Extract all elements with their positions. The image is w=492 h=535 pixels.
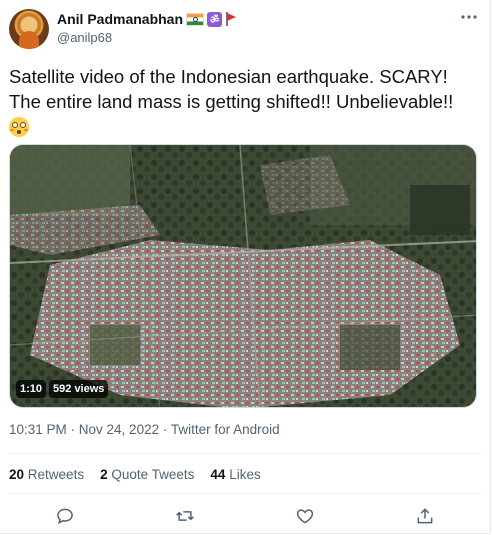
retweet-icon[interactable] (170, 506, 200, 526)
video-player[interactable] (9, 144, 477, 408)
action-bar (50, 506, 440, 526)
india-flag-icon (186, 12, 205, 26)
user-handle[interactable]: @anilp68 (57, 30, 112, 45)
saffron-flag-icon (225, 12, 237, 26)
video-views: 592 views (49, 380, 109, 398)
tweet-timestamp[interactable]: 10:31 PM · Nov 24, 2022 · Twitter for An… (9, 422, 280, 437)
tweet-text: Satellite video of the Indonesian earthq… (9, 64, 483, 140)
engagement-stats: 20 Retweets 2 Quote Tweets 44 Likes (9, 467, 261, 482)
display-name[interactable]: Anil Padmanabhan (57, 11, 183, 27)
tweet-text-line-2: The entire land mass is getting shifted!… (9, 91, 454, 112)
tweet-text-line-1: Satellite video of the Indonesian earthq… (9, 66, 448, 87)
retweets-stat[interactable]: 20 Retweets (9, 467, 84, 482)
reply-icon[interactable] (50, 506, 80, 526)
quote-tweets-stat[interactable]: 2 Quote Tweets (100, 467, 194, 482)
flushed-face-icon (9, 117, 29, 137)
video-badges: 1:10 592 views (16, 380, 109, 398)
likes-stat[interactable]: 44 Likes (210, 467, 260, 482)
satellite-video-thumbnail (10, 145, 476, 407)
more-options-icon[interactable] (460, 8, 478, 31)
om-icon: ॐ (207, 11, 223, 27)
author-row[interactable]: Anil Padmanabhan ॐ (57, 11, 237, 27)
avatar[interactable] (9, 9, 49, 49)
like-icon[interactable] (290, 506, 320, 526)
share-icon[interactable] (410, 506, 440, 526)
divider (9, 493, 481, 494)
divider (9, 453, 481, 454)
video-duration: 1:10 (16, 380, 47, 398)
